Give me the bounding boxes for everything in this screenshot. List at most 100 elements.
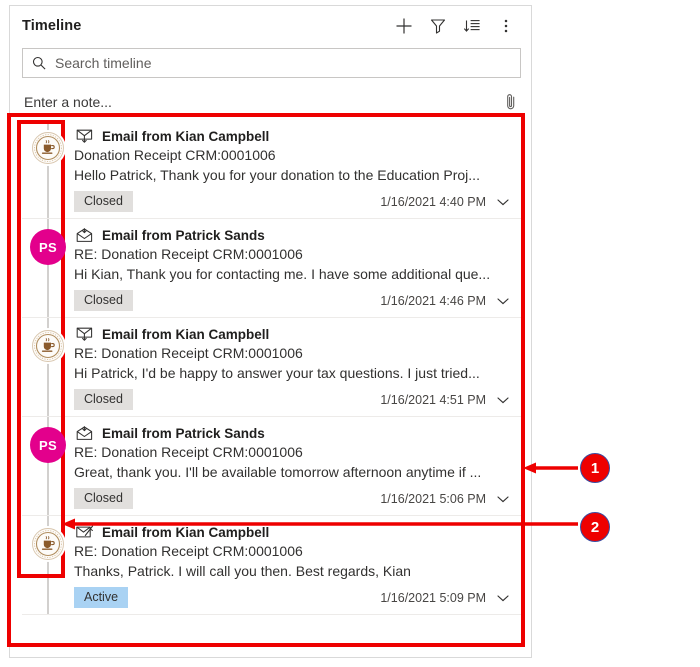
timeline-entry[interactable]: Email from Kian Campbell Donation Receipt… <box>22 120 522 219</box>
email-received-icon <box>76 129 92 143</box>
avatar: PS <box>30 427 66 463</box>
entry-preview: Thanks, Patrick. I will call you then. B… <box>74 563 411 579</box>
timestamp: 1/16/2021 4:51 PM <box>380 392 486 407</box>
entry-rail: PS <box>22 219 74 317</box>
timeline-entries: Email from Kian Campbell Donation Receipt… <box>22 120 522 643</box>
entry-footer: Closed 1/16/2021 4:46 PM <box>74 290 512 311</box>
status-badge: Closed <box>74 389 133 410</box>
entry-footer-right: 1/16/2021 4:40 PM <box>380 193 512 211</box>
search-row <box>22 48 521 78</box>
email-received-icon <box>76 327 92 341</box>
callout-badge-2: 2 <box>580 512 610 542</box>
entry-title-row: Email from Patrick Sands <box>74 425 512 441</box>
entry-footer-right: 1/16/2021 4:46 PM <box>380 292 512 310</box>
avatar-initials: PS <box>39 239 57 255</box>
expand-entry-button[interactable] <box>494 589 512 607</box>
entry-body: Email from Kian Campbell RE: Donation Rec… <box>74 318 522 416</box>
more-vertical-icon <box>504 19 508 33</box>
entry-subject: Donation Receipt CRM:0001006 <box>74 147 276 163</box>
entry-subject: RE: Donation Receipt CRM:0001006 <box>74 444 303 460</box>
entry-title: Email from Patrick Sands <box>102 227 265 243</box>
entry-title-row: Email from Kian Campbell <box>74 326 512 342</box>
status-badge: Closed <box>74 290 133 311</box>
status-badge: Closed <box>74 488 133 509</box>
chevron-down-icon <box>497 198 509 205</box>
panel-header: Timeline <box>10 6 531 46</box>
message-type-icon <box>74 326 94 342</box>
add-button[interactable] <box>389 11 419 41</box>
avatar-initials: PS <box>39 437 57 453</box>
timeline-entry[interactable]: PS Email from Patrick Sands RE: Donation R… <box>22 219 522 318</box>
entry-preview: Hi Patrick, I'd be happy to answer your … <box>74 365 480 381</box>
chevron-down-icon <box>497 594 509 601</box>
entry-footer-right: 1/16/2021 5:09 PM <box>380 589 512 607</box>
entry-rail <box>22 120 74 218</box>
filter-button[interactable] <box>423 11 453 41</box>
timestamp: 1/16/2021 5:09 PM <box>380 590 486 605</box>
entry-title-row: Email from Kian Campbell <box>74 128 512 144</box>
avatar: PS <box>30 229 66 265</box>
timestamp: 1/16/2021 4:40 PM <box>380 194 486 209</box>
plus-icon <box>396 18 412 34</box>
avatar <box>30 526 66 562</box>
company-logo-icon <box>32 330 64 362</box>
entry-preview: Hello Patrick, Thank you for your donati… <box>74 167 480 183</box>
expand-entry-button[interactable] <box>494 391 512 409</box>
entry-preview: Hi Kian, Thank you for contacting me. I … <box>74 266 491 282</box>
chevron-down-icon <box>497 495 509 502</box>
entry-rail: PS <box>22 417 74 515</box>
chevron-down-icon <box>497 396 509 403</box>
search-box[interactable] <box>22 48 521 78</box>
entry-footer: Closed 1/16/2021 4:40 PM <box>74 191 512 212</box>
entry-footer: Closed 1/16/2021 4:51 PM <box>74 389 512 410</box>
entry-subject: RE: Donation Receipt CRM:0001006 <box>74 246 303 262</box>
entry-body: Email from Patrick Sands RE: Donation Rec… <box>74 219 522 317</box>
note-row <box>22 88 521 116</box>
entry-body: Email from Kian Campbell Donation Receipt… <box>74 120 522 218</box>
message-type-icon <box>74 227 94 243</box>
sort-descending-icon <box>463 20 480 32</box>
paperclip-icon <box>507 94 515 110</box>
search-icon <box>32 56 46 70</box>
entry-subject: RE: Donation Receipt CRM:0001006 <box>74 543 303 559</box>
company-logo-icon <box>32 528 64 560</box>
timeline-entry[interactable]: Email from Kian Campbell RE: Donation Rec… <box>22 318 522 417</box>
avatar <box>30 130 66 166</box>
expand-entry-button[interactable] <box>494 490 512 508</box>
entry-rail <box>22 318 74 416</box>
entry-title: Email from Patrick Sands <box>102 425 265 441</box>
entry-body: Email from Kian Campbell RE: Donation Rec… <box>74 516 522 614</box>
header-actions <box>389 11 521 41</box>
more-commands-button[interactable] <box>491 11 521 41</box>
sort-button[interactable] <box>457 11 487 41</box>
chevron-down-icon <box>497 297 509 304</box>
message-type-icon <box>74 425 94 441</box>
expand-entry-button[interactable] <box>494 292 512 310</box>
entry-title: Email from Kian Campbell <box>102 326 270 342</box>
entry-rail <box>22 516 74 614</box>
expand-entry-button[interactable] <box>494 193 512 211</box>
entry-title-row: Email from Kian Campbell <box>74 524 512 540</box>
entry-subject: RE: Donation Receipt CRM:0001006 <box>74 345 303 361</box>
company-logo-icon <box>32 132 64 164</box>
entry-title-row: Email from Patrick Sands <box>74 227 512 243</box>
entry-footer-right: 1/16/2021 5:06 PM <box>380 490 512 508</box>
status-badge: Closed <box>74 191 133 212</box>
entry-footer: Closed 1/16/2021 5:06 PM <box>74 488 512 509</box>
entry-footer: Active 1/16/2021 5:09 PM <box>74 587 512 608</box>
entry-body: Email from Patrick Sands RE: Donation Rec… <box>74 417 522 515</box>
avatar <box>30 328 66 364</box>
email-open-icon <box>76 228 92 242</box>
timeline-entry[interactable]: PS Email from Patrick Sands RE: Donation R… <box>22 417 522 516</box>
note-input[interactable] <box>22 93 501 111</box>
callout-badge-1: 1 <box>580 453 610 483</box>
entry-footer-right: 1/16/2021 4:51 PM <box>380 391 512 409</box>
entry-title: Email from Kian Campbell <box>102 524 270 540</box>
message-type-icon <box>74 128 94 144</box>
attach-button[interactable] <box>501 91 521 113</box>
email-draft-icon <box>75 525 93 538</box>
timestamp: 1/16/2021 4:46 PM <box>380 293 486 308</box>
entry-preview: Great, thank you. I'll be available tomo… <box>74 464 482 480</box>
timeline-entry[interactable]: Email from Kian Campbell RE: Donation Rec… <box>22 516 522 615</box>
search-input[interactable] <box>47 48 520 78</box>
